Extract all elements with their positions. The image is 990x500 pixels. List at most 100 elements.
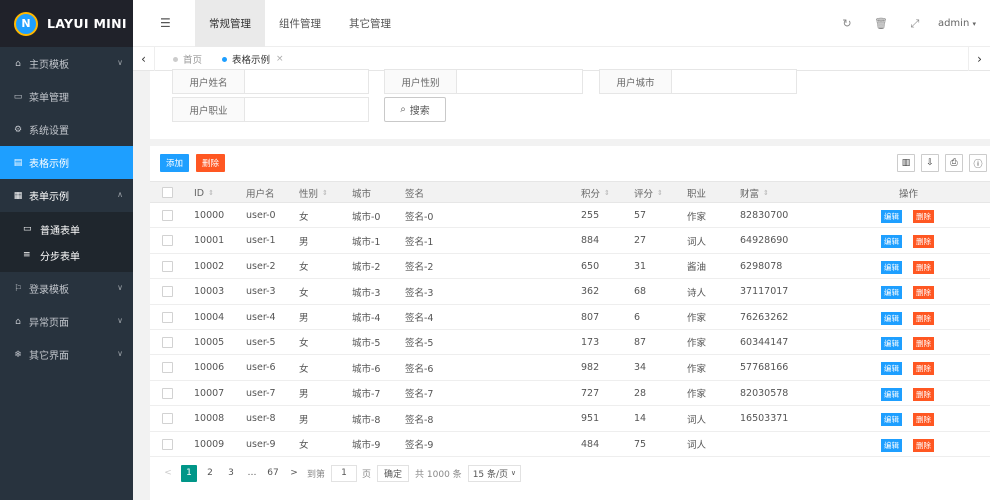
gears-icon: ⚙: [13, 124, 23, 135]
sidebar-item-system-settings[interactable]: ⚙ 系统设置: [0, 113, 133, 146]
row-checkbox[interactable]: [162, 336, 173, 348]
next-page-button[interactable]: >: [286, 465, 302, 482]
sort-icon[interactable]: ⇕: [604, 189, 610, 197]
col-username: 用户名: [246, 189, 275, 200]
sidebar-item-form-example[interactable]: ▦ 表单示例 ∧: [0, 179, 133, 212]
edit-button[interactable]: 编辑: [881, 286, 902, 300]
edit-button[interactable]: 编辑: [881, 336, 902, 350]
col-experience[interactable]: 积分 ⇕: [581, 182, 610, 204]
edit-button[interactable]: 编辑: [881, 260, 902, 274]
row-delete-button[interactable]: 删除: [913, 311, 934, 325]
info-icon[interactable]: ⓘ: [969, 154, 987, 172]
page-last[interactable]: 67: [265, 465, 281, 482]
row-checkbox[interactable]: [162, 260, 173, 272]
row-checkbox[interactable]: [162, 286, 173, 298]
sort-icon[interactable]: ⇕: [657, 189, 663, 197]
sort-icon[interactable]: ⇕: [208, 189, 214, 197]
export-icon[interactable]: ⇩: [921, 154, 939, 172]
cell-experience: 951: [581, 413, 600, 425]
cell-city: 城市-4: [352, 313, 381, 325]
print-icon[interactable]: ⎙: [945, 154, 963, 172]
col-wealth[interactable]: 财富 ⇕: [740, 182, 769, 204]
page-3[interactable]: 3: [223, 465, 239, 482]
file-icon: ▤: [13, 157, 23, 168]
sidebar-subitem-normal-form[interactable]: ▭ 普通表单: [0, 216, 133, 242]
cell-sign: 签名-7: [405, 389, 434, 401]
user-menu[interactable]: admin ▾: [932, 18, 990, 29]
sidebar-item-other-ui[interactable]: ❄ 其它界面 ∨: [0, 338, 133, 371]
prev-page-button[interactable]: <: [160, 465, 176, 482]
edit-button[interactable]: 编辑: [881, 311, 902, 325]
row-checkbox[interactable]: [162, 311, 173, 323]
menu-toggle-icon[interactable]: ☰: [160, 16, 171, 30]
edit-button[interactable]: 编辑: [881, 413, 902, 427]
col-id[interactable]: ID ⇕: [194, 182, 214, 204]
page-2[interactable]: 2: [202, 465, 218, 482]
row-delete-button[interactable]: 删除: [913, 387, 934, 401]
cell-sex: 男: [299, 313, 309, 325]
tab-table-example[interactable]: 表格示例 ×: [212, 47, 294, 71]
row-delete-button[interactable]: 删除: [913, 210, 934, 223]
clear-cache-icon[interactable]: 🗑: [864, 17, 898, 30]
search-button[interactable]: ⌕ 搜索: [384, 97, 446, 122]
row-checkbox[interactable]: [162, 387, 173, 399]
sort-icon[interactable]: ⇕: [763, 189, 769, 197]
sidebar-item-menu-manage[interactable]: ▭ 菜单管理: [0, 80, 133, 113]
page-1[interactable]: 1: [181, 464, 197, 482]
cell-score: 68: [634, 286, 647, 298]
goto-confirm-button[interactable]: 确定: [377, 464, 410, 482]
tab-scroll-right-icon[interactable]: ›: [968, 47, 990, 71]
columns-filter-icon[interactable]: ▥: [897, 154, 915, 172]
row-checkbox[interactable]: [162, 438, 173, 450]
row-delete-button[interactable]: 删除: [913, 362, 934, 376]
sex-input[interactable]: [457, 70, 582, 93]
per-page-select[interactable]: 15 条/页 ∨: [467, 464, 522, 482]
tab-scroll-left-icon[interactable]: ‹: [133, 47, 155, 71]
row-delete-button[interactable]: 删除: [913, 413, 934, 427]
col-sex[interactable]: 性别 ⇕: [299, 182, 328, 204]
row-checkbox[interactable]: [162, 413, 173, 425]
cell-wealth: 82830700: [740, 210, 789, 221]
sort-icon[interactable]: ⇕: [322, 189, 328, 197]
col-score[interactable]: 评分 ⇕: [634, 182, 663, 204]
row-checkbox[interactable]: [162, 362, 173, 374]
row-delete-button[interactable]: 删除: [913, 438, 934, 452]
cell-score: 34: [634, 362, 647, 374]
sidebar-item-table-example[interactable]: ▤ 表格示例: [0, 146, 133, 179]
goto-page-input[interactable]: 1: [331, 464, 358, 482]
edit-button[interactable]: 编辑: [881, 387, 902, 401]
header-nav-components[interactable]: 组件管理: [265, 0, 335, 47]
pagination: < 1 2 3 … 67 > 到第 1 页 确定 共 1000 条 15 条/页…: [150, 460, 990, 486]
logo[interactable]: N LAYUI MINI: [0, 0, 133, 47]
table-row: 10003 user-3 女 城市-3 签名-3 362 68 诗人 37117017 编辑 删除: [150, 279, 990, 305]
city-input[interactable]: [672, 70, 796, 93]
header-nav-general[interactable]: 常规管理: [195, 0, 265, 47]
fullscreen-icon[interactable]: ⤢: [898, 17, 932, 31]
close-icon[interactable]: ×: [276, 54, 284, 64]
row-delete-button[interactable]: 删除: [913, 235, 934, 249]
sidebar-item-error-page[interactable]: ⌂ 异常页面 ∨: [0, 305, 133, 338]
edit-button[interactable]: 编辑: [881, 438, 902, 452]
username-input[interactable]: [245, 70, 368, 93]
row-delete-button[interactable]: 删除: [913, 260, 934, 274]
refresh-icon[interactable]: ↻: [830, 17, 864, 30]
tab-home[interactable]: 首页: [163, 47, 212, 71]
select-all-checkbox[interactable]: [162, 187, 173, 198]
header-nav-other[interactable]: 其它管理: [335, 0, 405, 47]
sidebar-item-login-template[interactable]: ⚐ 登录模板 ∨: [0, 272, 133, 305]
sidebar-subitem-step-form[interactable]: ≡ 分步表单: [0, 242, 133, 268]
row-delete-button[interactable]: 删除: [913, 286, 934, 300]
edit-button[interactable]: 编辑: [881, 235, 902, 249]
edit-button[interactable]: 编辑: [881, 210, 902, 223]
row-delete-button[interactable]: 删除: [913, 336, 934, 350]
cell-score: 75: [634, 438, 647, 450]
add-button[interactable]: 添加: [160, 154, 190, 172]
col-sign: 签名: [405, 189, 425, 200]
cell-id: 10000: [194, 210, 225, 221]
delete-button[interactable]: 删除: [196, 154, 226, 172]
row-checkbox[interactable]: [162, 210, 173, 221]
row-checkbox[interactable]: [162, 235, 173, 247]
sidebar-item-home-template[interactable]: ⌂ 主页模板 ∨: [0, 47, 133, 80]
occupation-input[interactable]: [245, 98, 368, 121]
edit-button[interactable]: 编辑: [881, 362, 902, 376]
